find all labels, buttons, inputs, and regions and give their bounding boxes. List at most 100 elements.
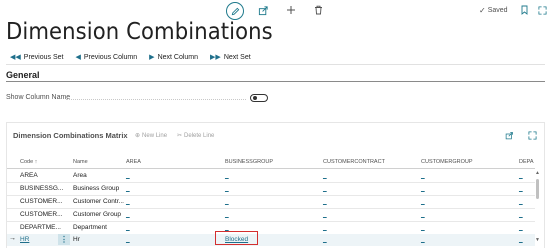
edit-pencil-icon[interactable] xyxy=(226,2,244,20)
page-title: Dimension Combinations xyxy=(6,19,273,45)
table-row[interactable]: CUSTOMER... Customer Group _ _ _ _ _ xyxy=(7,209,535,221)
previous-set-icon: ◀◀ xyxy=(10,54,21,61)
show-column-name-toggle[interactable] xyxy=(250,94,268,102)
row-actions-button[interactable]: ⋮ xyxy=(58,234,70,245)
general-section-title[interactable]: General xyxy=(6,70,40,80)
highlight-box xyxy=(215,231,258,245)
show-column-name-label: Show Column Name xyxy=(6,94,71,101)
saved-label: Saved xyxy=(487,7,508,14)
previous-column-label: Previous Column xyxy=(83,53,138,61)
column-header-area[interactable]: AREA xyxy=(126,159,141,165)
new-line-icon: ⊕ xyxy=(135,133,141,139)
cell-code[interactable]: CUSTOMER... xyxy=(20,211,63,218)
next-column-icon: ▶ xyxy=(149,54,155,61)
column-header-department[interactable]: DEPA xyxy=(519,159,534,165)
cell-department[interactable]: _ xyxy=(519,236,523,243)
cell-code[interactable]: AREA xyxy=(20,172,38,179)
column-header-businessgroup[interactable]: BUSINESSGROUP xyxy=(225,159,273,165)
expand-icon[interactable] xyxy=(527,130,537,140)
table-row[interactable]: BUSINESSG... Business Group _ _ _ _ _ xyxy=(7,183,535,195)
cell-name: Business Group xyxy=(73,185,120,192)
previous-column-button[interactable]: ◀ Previous Column xyxy=(75,53,138,62)
cell-code[interactable]: HR xyxy=(20,236,29,243)
cell-area[interactable]: _ xyxy=(126,172,130,179)
cell-customercontract[interactable]: _ xyxy=(323,172,327,179)
saved-status: ✓ Saved xyxy=(479,6,508,15)
cell-department[interactable]: _ xyxy=(519,211,523,218)
cell-customergroup[interactable]: _ xyxy=(421,236,425,243)
check-icon: ✓ xyxy=(479,6,486,15)
action-bar-divider xyxy=(6,64,545,65)
delete-line-icon: ✂ xyxy=(177,133,183,139)
cell-customergroup[interactable]: _ xyxy=(421,172,425,179)
cell-name: Customer Group xyxy=(73,211,122,218)
cell-customercontract[interactable]: _ xyxy=(323,224,327,231)
next-set-label: Next Set xyxy=(223,53,251,61)
table-row-selected[interactable]: HR Hr _ Blocked _ _ _ xyxy=(7,234,535,246)
cell-department[interactable]: _ xyxy=(519,185,523,192)
cell-code[interactable]: DEPARTME... xyxy=(20,224,61,231)
previous-set-label: Previous Set xyxy=(23,53,64,61)
column-header-customercontract[interactable]: CUSTOMERCONTRACT xyxy=(323,159,385,165)
scroll-up-icon[interactable]: ▲ xyxy=(535,170,540,176)
add-icon[interactable] xyxy=(284,3,298,17)
next-set-button[interactable]: ▶▶ Next Set xyxy=(210,53,251,62)
share-icon[interactable] xyxy=(504,130,514,140)
cell-customergroup[interactable]: _ xyxy=(421,185,425,192)
column-header-name[interactable]: Name xyxy=(73,159,88,165)
cell-customercontract[interactable]: _ xyxy=(323,236,327,243)
previous-column-icon: ◀ xyxy=(75,54,81,61)
cell-customergroup[interactable]: _ xyxy=(421,198,425,205)
cell-customergroup[interactable]: _ xyxy=(421,211,425,218)
cell-businessgroup[interactable]: _ xyxy=(225,185,229,192)
next-set-icon: ▶▶ xyxy=(210,54,221,61)
header-divider xyxy=(7,168,535,169)
field-leader-dots xyxy=(66,99,246,100)
scroll-down-icon[interactable]: ▼ xyxy=(535,237,540,243)
cell-customercontract[interactable]: _ xyxy=(323,185,327,192)
cell-area[interactable]: _ xyxy=(126,211,130,218)
column-header-code[interactable]: Code ↑ xyxy=(20,159,37,165)
cell-department[interactable]: _ xyxy=(519,172,523,179)
cell-area[interactable]: _ xyxy=(126,236,130,243)
delete-line-label: Delete Line xyxy=(184,132,215,139)
general-section-divider xyxy=(6,81,545,82)
next-column-button[interactable]: ▶ Next Column xyxy=(149,53,198,62)
cell-customergroup[interactable]: _ xyxy=(421,224,425,231)
table-row[interactable]: CUSTOMER... Customer Contr... _ _ _ _ _ xyxy=(7,196,535,208)
column-header-customergroup[interactable]: CUSTOMERGROUP xyxy=(421,159,473,165)
table-row[interactable]: AREA Area _ _ _ _ _ xyxy=(7,170,535,182)
cell-name: Department xyxy=(73,224,107,231)
delete-trash-icon[interactable] xyxy=(311,3,325,17)
selected-row-arrow-icon: → xyxy=(9,235,16,242)
cell-businessgroup[interactable]: _ xyxy=(225,224,229,231)
share-icon[interactable] xyxy=(256,3,270,17)
dimension-combinations-matrix: Dimension Combinations Matrix ⊕ New Line… xyxy=(6,122,545,248)
previous-set-button[interactable]: ◀◀ Previous Set xyxy=(10,53,64,62)
delete-line-button[interactable]: ✂ Delete Line xyxy=(177,132,215,140)
vertical-scrollbar[interactable]: ▲ ▼ xyxy=(535,170,541,248)
cell-code[interactable]: CUSTOMER... xyxy=(20,198,63,205)
cell-department[interactable]: _ xyxy=(519,224,523,231)
cell-customercontract[interactable]: _ xyxy=(323,198,327,205)
top-bar: ✓ Saved xyxy=(0,0,551,20)
cell-businessgroup[interactable]: _ xyxy=(225,198,229,205)
new-line-label: New Line xyxy=(142,132,168,139)
cell-area[interactable]: _ xyxy=(126,198,130,205)
cell-name: Customer Contr... xyxy=(73,198,124,205)
action-bar: ◀◀ Previous Set ◀ Previous Column ▶ Next… xyxy=(10,53,251,62)
cell-area[interactable]: _ xyxy=(126,185,130,192)
cell-area[interactable]: _ xyxy=(126,224,130,231)
cell-customercontract[interactable]: _ xyxy=(323,211,327,218)
cell-businessgroup[interactable]: _ xyxy=(225,211,229,218)
cell-name: Hr xyxy=(73,236,80,243)
cell-department[interactable]: _ xyxy=(519,198,523,205)
new-line-button[interactable]: ⊕ New Line xyxy=(135,132,168,140)
cell-businessgroup[interactable]: _ xyxy=(225,172,229,179)
bookmark-icon[interactable] xyxy=(517,3,531,17)
table-row[interactable]: DEPARTME... Department _ _ _ _ _ xyxy=(7,222,535,234)
expand-icon[interactable] xyxy=(535,3,549,17)
cell-code[interactable]: BUSINESSG... xyxy=(20,185,63,192)
matrix-title: Dimension Combinations Matrix xyxy=(13,131,128,140)
scroll-thumb[interactable] xyxy=(536,179,539,199)
